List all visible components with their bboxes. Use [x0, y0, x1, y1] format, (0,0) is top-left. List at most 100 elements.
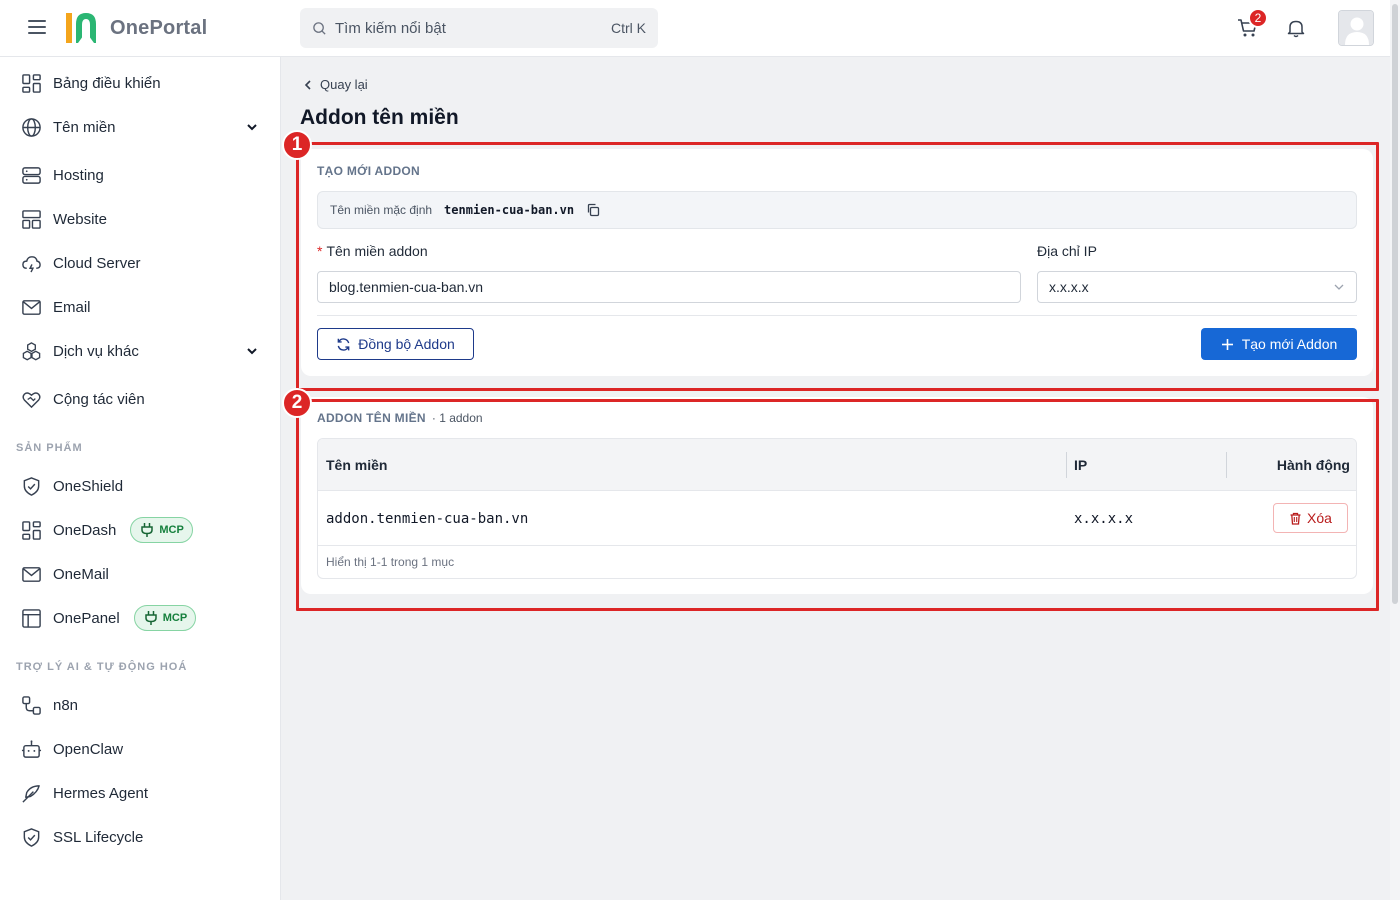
- sidebar-item-openclaw[interactable]: OpenClaw: [0, 731, 281, 767]
- row-ip: x.x.x.x: [1074, 511, 1134, 527]
- feather-icon: [20, 782, 42, 804]
- ip-address-value: x.x.x.x: [1049, 279, 1089, 295]
- sidebar-item-cloud-server[interactable]: Cloud Server: [0, 245, 281, 281]
- search-icon: [313, 21, 326, 35]
- copy-icon[interactable]: [586, 203, 600, 217]
- annotation-badge-1: 1: [282, 130, 312, 160]
- mcp-badge: MCP: [133, 605, 197, 631]
- page-title: Addon tên miền: [300, 106, 459, 129]
- default-domain-label: Tên miền mặc định: [330, 203, 433, 217]
- sidebar-item-label: Email: [53, 298, 91, 316]
- panel-icon: [20, 607, 42, 629]
- sync-addon-button[interactable]: Đồng bộ Addon: [317, 328, 474, 360]
- sidebar-item-collaborator[interactable]: Cộng tác viên: [0, 381, 281, 417]
- sidebar-item-label: Bảng điều khiển: [53, 74, 161, 92]
- divider: [317, 315, 1357, 316]
- sidebar-item-domain[interactable]: Tên miền: [0, 109, 281, 145]
- addon-domain-label-text: Tên miền addon: [326, 243, 428, 259]
- column-separator: [1226, 452, 1227, 478]
- cubes-icon: [20, 340, 42, 362]
- sidebar-item-label: Dịch vụ khác: [53, 342, 139, 360]
- sidebar-item-hosting[interactable]: Hosting: [0, 157, 281, 193]
- server-icon: [20, 164, 42, 186]
- search-input[interactable]: [335, 19, 611, 37]
- scrollbar-thumb[interactable]: [1392, 4, 1398, 604]
- dashboard-icon: [20, 72, 42, 94]
- sidebar-item-label: SSL Lifecycle: [53, 828, 144, 846]
- create-addon-heading: TẠO MỚI ADDON: [317, 164, 421, 178]
- top-header: OnePortal Ctrl K 2: [0, 0, 1400, 57]
- search-shortcut: Ctrl K: [611, 20, 646, 36]
- create-addon-label: Tạo mới Addon: [1241, 336, 1338, 352]
- mail-icon: [20, 296, 42, 318]
- ip-address-label: Địa chỉ IP: [1037, 243, 1097, 259]
- sidebar-item-n8n[interactable]: n8n: [0, 687, 281, 723]
- sidebar-item-label: Cloud Server: [53, 254, 141, 272]
- column-separator: [1066, 452, 1067, 478]
- addon-list-card: ADDON TÊN MIỀN · 1 addon Tên miền IP Hành…: [301, 397, 1373, 594]
- sidebar-item-other-services[interactable]: Dịch vụ khác: [0, 333, 281, 369]
- chevron-down-icon: [247, 124, 257, 131]
- chevron-down-icon: [247, 348, 257, 355]
- annotation-badge-2: 2: [282, 388, 312, 418]
- cloud-icon: [20, 252, 42, 274]
- mail-icon: [20, 563, 42, 585]
- back-label: Quay lại: [320, 77, 368, 92]
- trash-icon: [1290, 512, 1301, 525]
- sidebar-item-hermes-agent[interactable]: Hermes Agent: [0, 775, 281, 811]
- back-link[interactable]: Quay lại: [302, 77, 368, 92]
- sidebar-item-label: Hosting: [53, 166, 104, 184]
- search-box[interactable]: Ctrl K: [300, 8, 658, 48]
- mcp-badge-text: MCP: [159, 524, 184, 536]
- sync-icon: [337, 337, 350, 351]
- shield-icon: [20, 475, 42, 497]
- sidebar-item-label: Hermes Agent: [53, 784, 149, 802]
- user-avatar-icon: [1339, 11, 1373, 45]
- section-title-products: SẢN PHẨM: [16, 442, 83, 454]
- scrollbar[interactable]: [1390, 0, 1400, 900]
- logo-text: OnePortal: [110, 16, 208, 39]
- plug-icon: [141, 523, 154, 537]
- sidebar-item-onedash[interactable]: OneDash MCP: [0, 512, 281, 548]
- logo-mark-icon: [66, 13, 96, 43]
- sidebar-item-onepanel[interactable]: OnePanel MCP: [0, 600, 281, 636]
- shield-check-icon: [20, 826, 42, 848]
- sidebar-item-email[interactable]: Email: [0, 289, 281, 325]
- table-row: addon.tenmien-cua-ban.vn x.x.x.x Xóa: [318, 491, 1356, 546]
- robot-icon: [20, 738, 42, 760]
- avatar[interactable]: [1338, 10, 1374, 46]
- sidebar-item-label: OneMail: [53, 565, 109, 583]
- website-icon: [20, 208, 42, 230]
- sidebar-item-oneshield[interactable]: OneShield: [0, 468, 281, 504]
- addon-table: Tên miền IP Hành động addon.tenmien-cua-…: [317, 438, 1357, 579]
- cart-badge: 2: [1248, 8, 1268, 28]
- delete-button[interactable]: Xóa: [1273, 503, 1348, 533]
- sidebar-item-label: OneDash: [53, 521, 117, 539]
- logo[interactable]: OnePortal: [64, 10, 207, 46]
- section-title-ai: TRỢ LÝ AI & TỰ ĐỘNG HOÁ: [16, 661, 188, 673]
- table-footer: Hiển thị 1-1 trong 1 mục: [326, 555, 455, 569]
- required-mark: *: [317, 243, 323, 259]
- addon-domain-input[interactable]: [317, 271, 1021, 303]
- menu-icon[interactable]: [28, 20, 46, 36]
- addon-list-heading: ADDON TÊN MIỀN · 1 addon: [317, 411, 483, 425]
- plug-icon: [144, 611, 157, 625]
- handshake-heart-icon: [20, 388, 42, 410]
- create-addon-button[interactable]: Tạo mới Addon: [1201, 328, 1357, 360]
- sidebar-item-dashboard[interactable]: Bảng điều khiển: [0, 65, 281, 101]
- sidebar-item-ssl-lifecycle[interactable]: SSL Lifecycle: [0, 819, 281, 855]
- sidebar: Bảng điều khiển Tên miền Hosting Website…: [0, 57, 281, 900]
- bell-icon[interactable]: [1285, 17, 1307, 39]
- addon-count: · 1 addon: [431, 411, 483, 425]
- sidebar-item-website[interactable]: Website: [0, 201, 281, 237]
- sidebar-item-label: Tên miền: [53, 118, 116, 136]
- default-domain-box: Tên miền mặc định tenmien-cua-ban.vn: [317, 191, 1357, 229]
- ip-address-select[interactable]: x.x.x.x: [1037, 271, 1357, 303]
- dashboard-icon: [20, 519, 42, 541]
- sidebar-item-onemail[interactable]: OneMail: [0, 556, 281, 592]
- sidebar-item-label: n8n: [53, 696, 79, 714]
- sidebar-item-label: Website: [53, 210, 107, 228]
- chevron-left-icon: [304, 79, 311, 90]
- addon-domain-label: * Tên miền addon: [317, 243, 428, 259]
- default-domain-value: tenmien-cua-ban.vn: [444, 203, 575, 217]
